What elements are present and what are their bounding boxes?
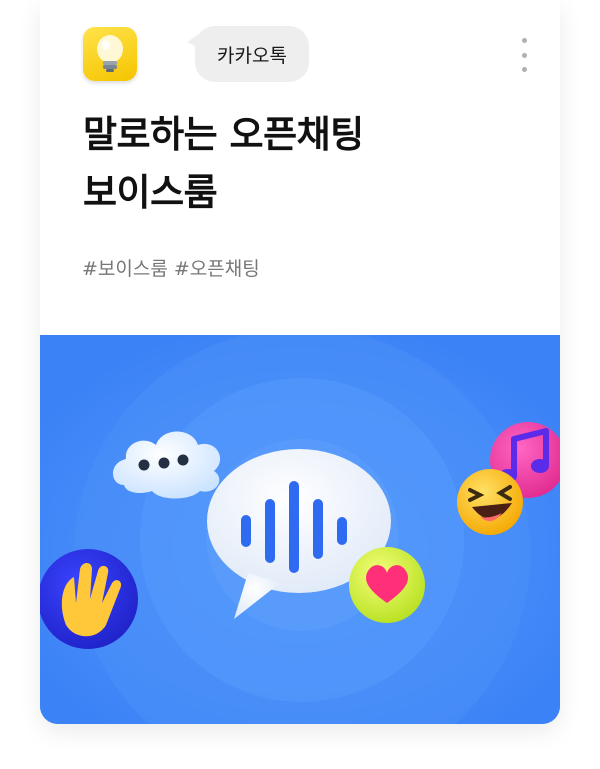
post-title[interactable]: 말로하는 오픈채팅 보이스룸 — [83, 106, 523, 222]
heart-icon — [349, 547, 425, 623]
source-name: 카카오톡 — [217, 44, 287, 67]
more-vertical-icon-dot — [521, 67, 527, 72]
hashtag-openchat[interactable]: #오픈채팅 — [174, 254, 260, 281]
more-options-button[interactable] — [518, 38, 530, 72]
more-vertical-icon — [521, 38, 527, 43]
waving-hand-icon — [40, 549, 138, 649]
source-avatar[interactable] — [83, 27, 137, 81]
voice-room-illustration — [40, 335, 560, 724]
more-vertical-icon-dot — [521, 52, 527, 58]
post-title-line-1: 말로하는 오픈채팅 — [83, 113, 364, 156]
post-banner-image[interactable] — [40, 335, 560, 724]
laughing-emoji-icon — [457, 469, 523, 535]
post-header: 카카오톡 — [83, 26, 530, 86]
post-title-line-2: 보이스룸 — [83, 171, 218, 214]
source-name-bubble[interactable]: 카카오톡 — [187, 26, 309, 82]
hashtag-voiceroom[interactable]: #보이스룸 — [82, 254, 168, 281]
lightbulb-icon — [97, 35, 123, 72]
hashtag-list: #보이스룸 #오픈채팅 — [82, 254, 260, 281]
post-card[interactable]: 카카오톡 말로하는 오픈채팅 보이스룸 #보이스룸 #오픈채팅 — [40, 0, 560, 724]
